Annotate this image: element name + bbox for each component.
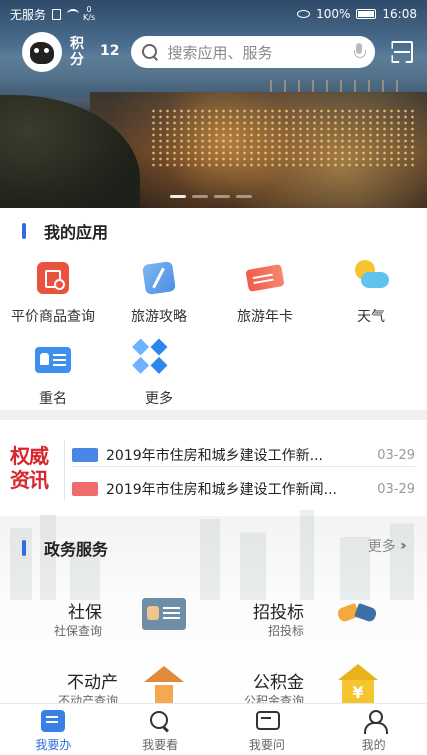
- more-apps-icon: [139, 340, 179, 380]
- tab-handle[interactable]: 我要办: [0, 704, 107, 755]
- news-title: 2019年市住房和城乡建设工作新...: [106, 448, 323, 464]
- section-accent-bar: [22, 540, 26, 556]
- search-icon: [141, 43, 159, 61]
- points-value[interactable]: 12: [100, 43, 119, 59]
- news-logo: 权威 资讯: [10, 444, 58, 492]
- housing-fund-icon: [334, 664, 382, 708]
- avatar[interactable]: [22, 32, 62, 72]
- news-tag-icon: [72, 448, 98, 462]
- app-label: 天气: [357, 309, 385, 325]
- wifi-icon: [67, 9, 80, 19]
- tab-label: 我的: [361, 738, 386, 752]
- news-logo-line1: 权威: [10, 444, 49, 468]
- app-label: 更多: [145, 391, 173, 407]
- app-label: 旅游攻略: [131, 309, 187, 325]
- search-input[interactable]: 搜索应用、服务: [131, 36, 376, 68]
- tab-view[interactable]: 我要看: [107, 704, 214, 755]
- top-bar: 积分 12 搜索应用、服务: [0, 32, 427, 72]
- tab-label: 我要看: [142, 738, 179, 752]
- status-bar: 无服务 0 K/s 100% 16:08: [0, 0, 427, 28]
- tab-me[interactable]: 我的: [320, 704, 427, 755]
- banner-dot: [192, 195, 208, 198]
- banner-dot: [214, 195, 230, 198]
- net-speed-unit: K/s: [83, 13, 96, 22]
- app-more[interactable]: 更多: [106, 340, 212, 408]
- bottom-tab-bar: 我要办 我要看 我要问 我的: [0, 703, 427, 755]
- my-apps-title: 我的应用: [44, 223, 109, 242]
- gov-services-header: 政务服务: [22, 536, 108, 560]
- app-price-query[interactable]: 平价商品查询: [0, 258, 106, 326]
- news-date: 03-29: [377, 481, 415, 497]
- service-subtitle: 社保查询: [53, 624, 102, 638]
- double-chevron-right-icon: ››: [399, 538, 407, 554]
- service-bidding[interactable]: 招投标 招投标: [212, 598, 362, 650]
- name-duplicate-icon: [35, 347, 71, 373]
- search-placeholder: 搜索应用、服务: [167, 43, 273, 62]
- news-title: 2019年市住房和城乡建设工作新闻...: [106, 482, 337, 498]
- app-travel-card[interactable]: 旅游年卡: [212, 258, 318, 326]
- social-security-card-icon: [142, 598, 186, 630]
- scan-icon[interactable]: [391, 41, 413, 63]
- carrier-text: 无服务: [10, 7, 47, 22]
- battery-percent: 100%: [316, 7, 351, 21]
- banner-indicator: [170, 195, 252, 198]
- news-separator: [64, 440, 65, 500]
- service-subtitle: 招投标: [267, 624, 304, 638]
- gov-services-more-link[interactable]: 更多 ››: [367, 536, 407, 556]
- search-view-icon: [148, 710, 172, 732]
- house-icon: [140, 664, 188, 708]
- microphone-icon[interactable]: [353, 43, 367, 61]
- app-name-duplicate[interactable]: 重名: [0, 340, 106, 408]
- section-accent-bar: [22, 223, 26, 239]
- service-title: 公积金: [253, 673, 304, 693]
- app-label: 重名: [39, 391, 67, 407]
- tab-label: 我要问: [248, 738, 285, 752]
- doc-icon: [41, 710, 66, 732]
- news-date: 03-29: [377, 447, 415, 463]
- travel-guide-icon: [142, 261, 176, 295]
- user-icon: [362, 710, 388, 734]
- section-divider: [0, 410, 427, 420]
- app-label: 平价商品查询: [11, 309, 95, 325]
- service-title: 招投标: [253, 603, 304, 623]
- points-label[interactable]: 积分: [70, 36, 88, 68]
- app-weather[interactable]: 天气: [318, 258, 424, 326]
- news-item[interactable]: 2019年市住房和城乡建设工作新闻... 03-29: [72, 474, 415, 504]
- news-row-divider: [72, 466, 415, 467]
- banner-dot: [170, 195, 186, 198]
- clock: 16:08: [382, 7, 417, 21]
- travel-card-icon: [245, 264, 285, 292]
- gov-services-title: 政务服务: [44, 540, 109, 559]
- more-label: 更多: [367, 539, 396, 555]
- service-social-security[interactable]: 社保 社保查询: [10, 598, 186, 650]
- news-logo-line2: 资讯: [10, 468, 49, 492]
- tab-ask[interactable]: 我要问: [214, 704, 321, 755]
- eye-icon: [297, 10, 311, 18]
- service-title: 不动产: [67, 673, 118, 693]
- battery-icon: [356, 9, 377, 19]
- app-travel-guide[interactable]: 旅游攻略: [106, 258, 212, 326]
- net-speed: 0 K/s: [83, 6, 95, 22]
- weather-icon: [351, 258, 391, 298]
- tab-label: 我要办: [35, 738, 72, 752]
- app-label: 旅游年卡: [237, 309, 293, 325]
- banner-lights: [150, 108, 417, 168]
- banner-dot: [236, 195, 252, 198]
- news-tag-icon: [72, 482, 98, 496]
- service-title: 社保: [68, 603, 102, 623]
- price-query-icon: [37, 262, 69, 294]
- chat-icon: [255, 710, 280, 732]
- sim-icon: [52, 8, 62, 20]
- my-apps-header: 我的应用: [22, 219, 108, 243]
- handshake-icon: [334, 594, 382, 638]
- app-home: 无服务 0 K/s 100% 16:08 积分 12 搜索应用、服务 我的应用 …: [0, 0, 427, 755]
